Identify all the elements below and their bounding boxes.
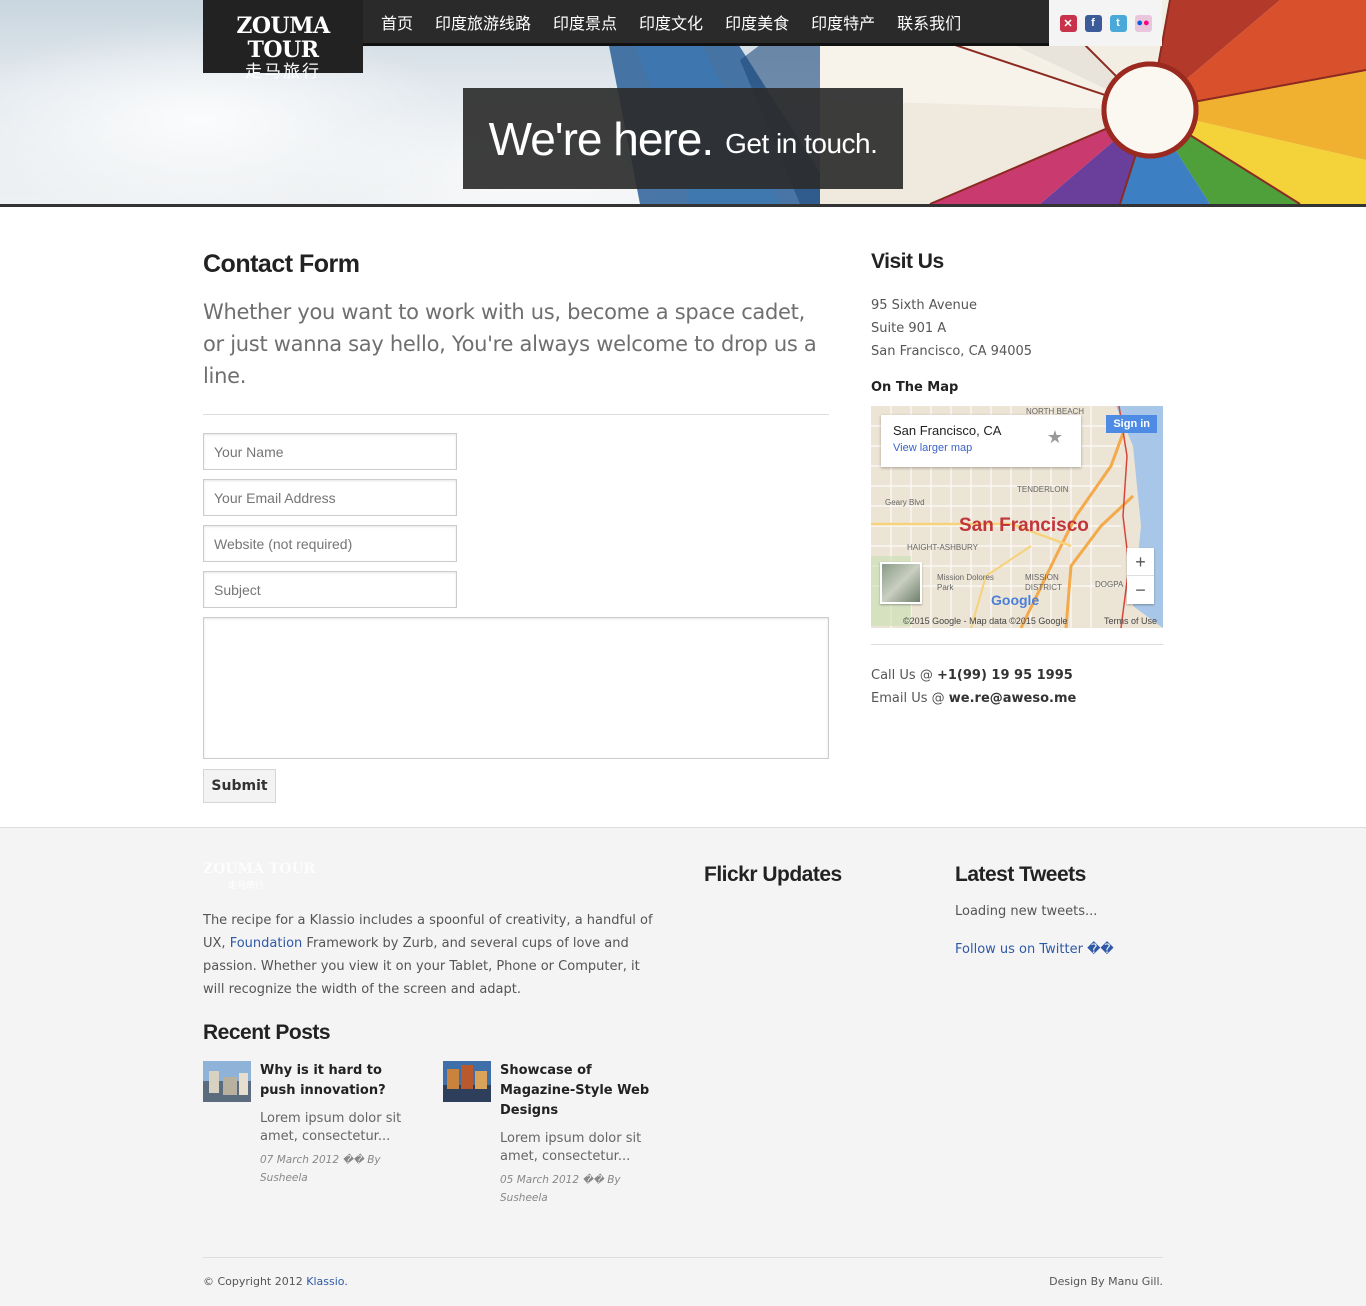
post-thumbnail[interactable] — [443, 1061, 491, 1102]
footer: ZOUMA TOUR 走马旅行 The recipe for a Klassio… — [0, 827, 1366, 1306]
submit-button[interactable]: Submit — [203, 769, 276, 803]
nav-item-attractions[interactable]: 印度景点 — [553, 10, 617, 34]
map-copyright: ©2015 Google - Map data ©2015 Google — [903, 616, 1068, 626]
map-street-label: DOGPA — [1095, 580, 1124, 589]
view-larger-map-link[interactable]: View larger map — [893, 442, 1069, 454]
zoom-out-button[interactable]: − — [1127, 576, 1154, 604]
social-links: ✕ f t ● ● — [1049, 0, 1162, 46]
facebook-icon[interactable]: f — [1084, 14, 1102, 32]
tweets-title: Latest Tweets — [955, 863, 1086, 886]
uk-flag-icon[interactable]: ✕ — [1059, 14, 1077, 32]
nav-item-food[interactable]: 印度美食 — [725, 10, 789, 34]
map-zoom-control: + − — [1127, 548, 1154, 604]
post-title[interactable]: Showcase of Magazine-Style Web Designs — [500, 1061, 660, 1121]
recent-posts-title: Recent Posts — [203, 1021, 331, 1044]
map-signin-button[interactable]: Sign in — [1106, 415, 1157, 433]
address-line: Suite 901 A — [871, 321, 947, 336]
site-logo[interactable]: ZOUMA TOUR 走马旅行 — [203, 0, 363, 82]
tweets-loading: Loading new tweets... — [955, 904, 1098, 919]
twitter-icon[interactable]: t — [1109, 14, 1127, 32]
phone-value: +1(99) 19 95 1995 — [936, 668, 1073, 683]
divider — [203, 414, 829, 415]
nav-item-specialties[interactable]: 印度特产 — [811, 10, 875, 34]
name-input[interactable] — [203, 433, 457, 470]
contact-details: Call Us @ +1(99) 19 95 1995 Email Us @ w… — [871, 664, 1163, 710]
post-title[interactable]: Why is it hard to push innovation? — [260, 1061, 420, 1101]
klassio-link[interactable]: Klassio. — [306, 1275, 348, 1288]
map-city-label: San Francisco — [959, 515, 1089, 536]
post-excerpt: Lorem ipsum dolor sit amet, consectetur.… — [260, 1111, 402, 1144]
main-nav: 首页 印度旅游线路 印度景点 印度文化 印度美食 印度特产 联系我们 — [363, 0, 1049, 46]
satellite-toggle[interactable] — [880, 562, 922, 604]
contact-section: Contact Form Whether you want to work wi… — [203, 250, 829, 803]
address-line: San Francisco, CA 94005 — [871, 344, 1033, 359]
contact-form: Submit — [203, 433, 829, 803]
post-thumbnail[interactable] — [203, 1061, 251, 1102]
address: 95 Sixth Avenue Suite 901 A San Francisc… — [871, 294, 1163, 363]
phone-label: Call Us @ — [871, 668, 933, 683]
footer-logo[interactable]: ZOUMA TOUR — [203, 861, 315, 877]
zoom-in-button[interactable]: + — [1127, 548, 1154, 576]
foundation-link[interactable]: Foundation — [230, 936, 303, 951]
google-logo: Google — [991, 592, 1040, 608]
map-terms-link[interactable]: Terms of Use — [1104, 616, 1157, 626]
email-value[interactable]: we.re@aweso.me — [949, 691, 1077, 706]
map-title: On The Map — [871, 380, 959, 395]
divider — [871, 644, 1163, 645]
post-meta: 07 March 2012 �� By Susheela — [260, 1154, 381, 1184]
visit-section: Visit Us 95 Sixth Avenue Suite 901 A San… — [871, 250, 1163, 710]
email-line: Email Us @ we.re@aweso.me — [871, 687, 1163, 710]
post-meta: 05 March 2012 �� By Susheela — [500, 1174, 621, 1204]
map-info-card: San Francisco, CA View larger map ★ — [881, 415, 1081, 467]
email-input[interactable] — [203, 479, 457, 516]
contact-intro: Whether you want to work with us, become… — [203, 300, 817, 388]
follow-twitter-link[interactable]: Follow us on Twitter �� — [955, 942, 1114, 957]
nav-item-home[interactable]: 首页 — [381, 10, 413, 34]
map-street-label: MISSION DISTRICT — [1025, 573, 1062, 592]
email-label: Email Us @ — [871, 691, 945, 706]
footer-logo-sub: 走马旅行 — [228, 881, 265, 891]
map-street-label: TENDERLOIN — [1017, 485, 1069, 494]
tagline-secondary: Get in touch. — [725, 127, 878, 159]
map-street-label: Geary Blvd — [885, 498, 925, 507]
subject-input[interactable] — [203, 571, 457, 608]
phone-line: Call Us @ +1(99) 19 95 1995 — [871, 664, 1163, 687]
logo-text-cn: 走马旅行 — [245, 62, 321, 82]
message-textarea[interactable] — [203, 617, 829, 759]
flickr-title: Flickr Updates — [704, 863, 842, 886]
copyright: © Copyright 2012 Klassio. — [203, 1275, 348, 1288]
divider — [203, 1257, 1163, 1258]
design-credit: Design By Manu Gill. — [1049, 1275, 1163, 1288]
footer-about: The recipe for a Klassio includes a spoo… — [203, 909, 663, 1001]
website-input[interactable] — [203, 525, 457, 562]
contact-title: Contact Form — [203, 250, 360, 278]
nav-item-tour-routes[interactable]: 印度旅游线路 — [435, 10, 531, 34]
tagline-primary: We're here. — [488, 112, 714, 165]
map-street-label: Mission Dolores Park — [937, 573, 994, 592]
flickr-icon[interactable]: ● ● — [1134, 14, 1152, 32]
nav-item-culture[interactable]: 印度文化 — [639, 10, 703, 34]
star-icon[interactable]: ★ — [1047, 427, 1063, 448]
map-place-name: San Francisco, CA — [893, 423, 1002, 438]
post-body: Showcase of Magazine-Style Web Designs L… — [500, 1061, 660, 1207]
map-street-label: HAIGHT-ASHBURY — [907, 543, 978, 552]
copyright-text: © Copyright 2012 — [203, 1275, 303, 1288]
post-excerpt: Lorem ipsum dolor sit amet, consectetur.… — [500, 1131, 642, 1164]
visit-title: Visit Us — [871, 250, 944, 273]
hero-tagline: We're here. Get in touch. — [463, 88, 903, 189]
logo-text-en: ZOUMA TOUR — [236, 13, 330, 63]
post-body: Why is it hard to push innovation? Lorem… — [260, 1061, 420, 1187]
nav-item-contact[interactable]: 联系我们 — [897, 10, 961, 34]
address-line: 95 Sixth Avenue — [871, 298, 977, 313]
embedded-map[interactable]: NORTH BEACH Geary Blvd TENDERLOIN HAIGHT… — [871, 406, 1163, 628]
